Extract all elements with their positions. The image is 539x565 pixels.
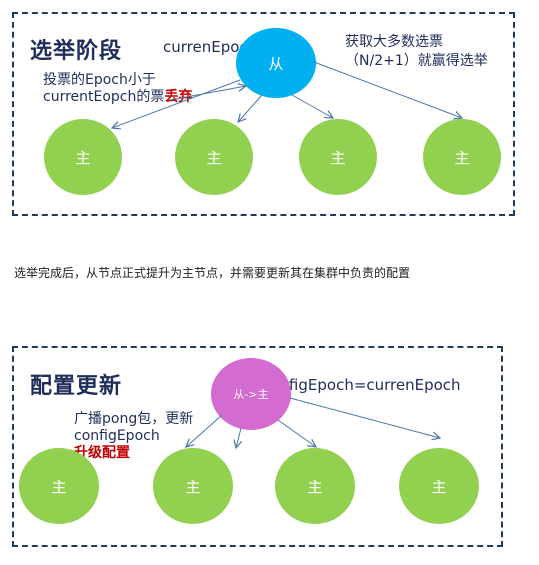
promoted-node: 从->主 (211, 358, 291, 430)
win-rule-label: 获取大多数选票（N/2+1）就赢得选举 (345, 34, 488, 69)
epoch-assign-label: configEpoch=currenEpoch (262, 376, 461, 394)
config-master-node-1: 主 (19, 448, 99, 524)
master-node-4: 主 (423, 119, 501, 195)
election-title: 选举阶段 (30, 39, 123, 64)
config-update-title: 配置更新 (30, 374, 123, 399)
discard-rule-label: 投票的Epoch小于currentEopch的票丢弃 (43, 72, 243, 106)
master-node-1: 主 (44, 119, 122, 195)
config-master-node-4: 主 (399, 448, 479, 524)
slave-node: 从 (236, 28, 316, 98)
discard-rule-text: 投票的Epoch小于currentEopch的票 (43, 72, 165, 105)
config-master-node-3: 主 (275, 448, 355, 524)
master-node-3: 主 (299, 119, 377, 195)
broadcast-text: 广播pong包，更新configEpoch (74, 411, 194, 444)
master-node-2: 主 (175, 119, 253, 195)
discard-rule-highlight: 丢弃 (164, 88, 193, 105)
summary-text: 选举完成后，从节点正式提升为主节点，并需要更新其在集群中负责的配置 (14, 266, 411, 280)
config-master-node-2: 主 (153, 448, 233, 524)
